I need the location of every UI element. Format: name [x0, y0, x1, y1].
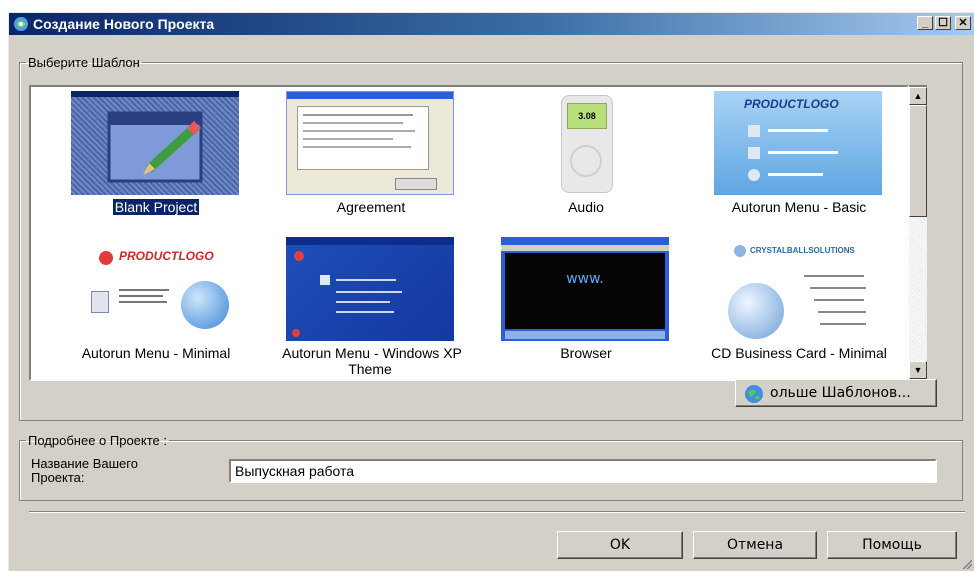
- browser-screen-text: www.: [566, 271, 604, 287]
- product-logo: PRODUCTLOGO: [119, 249, 214, 263]
- templates-legend: Выберите Шаблон: [28, 55, 140, 70]
- window-title: Создание Нового Проекта: [33, 16, 215, 32]
- scroll-up-arrow-icon[interactable]: ▲: [909, 87, 927, 105]
- autorun-basic-thumbnail: PRODUCTLOGO: [714, 91, 882, 195]
- template-blank-project[interactable]: Blank Project: [56, 91, 256, 241]
- template-label: Autorun Menu - Windows XP Theme: [282, 345, 462, 377]
- template-browser[interactable]: www. Browser: [486, 237, 686, 379]
- cancel-button[interactable]: Отмена: [693, 531, 817, 559]
- globe-icon: [745, 385, 763, 403]
- template-label: Agreement: [336, 199, 406, 215]
- blank-project-thumbnail: [71, 91, 239, 195]
- template-agreement[interactable]: Agreement: [271, 91, 471, 241]
- template-list-scrollbar[interactable]: ▲ ▼: [909, 85, 927, 381]
- cd-business-card-thumbnail: CRYSTALBALLSOLUTIONS: [714, 237, 882, 341]
- app-icon: [14, 17, 28, 31]
- scroll-thumb[interactable]: [909, 105, 927, 217]
- product-logo: PRODUCTLOGO: [744, 97, 839, 111]
- template-label: Audio: [568, 199, 604, 215]
- agreement-thumbnail: [286, 91, 454, 195]
- project-name-input[interactable]: [229, 459, 937, 483]
- template-label: Autorun Menu - Basic: [731, 199, 867, 215]
- browser-thumbnail: www.: [501, 237, 669, 341]
- audio-player-thumbnail: 3.08: [501, 91, 669, 195]
- template-autorun-minimal[interactable]: PRODUCTLOGO Autorun Menu - Minimal: [56, 237, 256, 379]
- maximize-button[interactable]: ☐: [935, 16, 951, 30]
- more-templates-label: ольше Шаблонов...: [770, 385, 911, 401]
- template-cd-business-card[interactable]: CRYSTALBALLSOLUTIONS CD Business Card - …: [699, 237, 899, 379]
- template-autorun-basic[interactable]: PRODUCTLOGO Autorun Menu - Basic: [699, 91, 899, 241]
- template-label: Browser: [560, 345, 612, 361]
- more-templates-button[interactable]: ольше Шаблонов...: [735, 379, 937, 407]
- resize-grip-icon[interactable]: [962, 559, 972, 569]
- template-list[interactable]: Blank Project Agreement 3.08 Audio PRODU…: [29, 85, 909, 381]
- autorun-minimal-thumbnail: PRODUCTLOGO: [71, 237, 239, 341]
- template-label: Blank Project: [111, 198, 201, 216]
- minimize-button[interactable]: _: [917, 16, 933, 30]
- window-pencil-icon: [71, 91, 239, 183]
- scroll-down-arrow-icon[interactable]: ▼: [909, 361, 927, 379]
- close-button[interactable]: ✕: [955, 16, 971, 30]
- new-project-dialog: Создание Нового Проекта _ ☐ ✕ Выберите Ш…: [8, 12, 974, 571]
- template-label: Autorun Menu - Minimal: [81, 345, 231, 361]
- template-audio[interactable]: 3.08 Audio: [486, 91, 686, 241]
- template-label: CD Business Card - Minimal: [711, 345, 887, 361]
- title-bar[interactable]: Создание Нового Проекта _ ☐ ✕: [9, 13, 974, 35]
- autorun-xp-thumbnail: [286, 237, 454, 341]
- audio-screen: 3.08: [567, 103, 607, 129]
- project-name-label: Название Вашего Проекта:: [31, 456, 138, 485]
- template-autorun-xp[interactable]: Autorun Menu - Windows XP Theme: [271, 237, 471, 379]
- ok-button[interactable]: OK: [557, 531, 683, 559]
- help-button[interactable]: Помощь: [827, 531, 957, 559]
- crystalball-logo: CRYSTALBALLSOLUTIONS: [750, 246, 855, 255]
- footer-divider: [29, 511, 965, 513]
- details-legend: Подробнее о Проекте :: [28, 433, 168, 448]
